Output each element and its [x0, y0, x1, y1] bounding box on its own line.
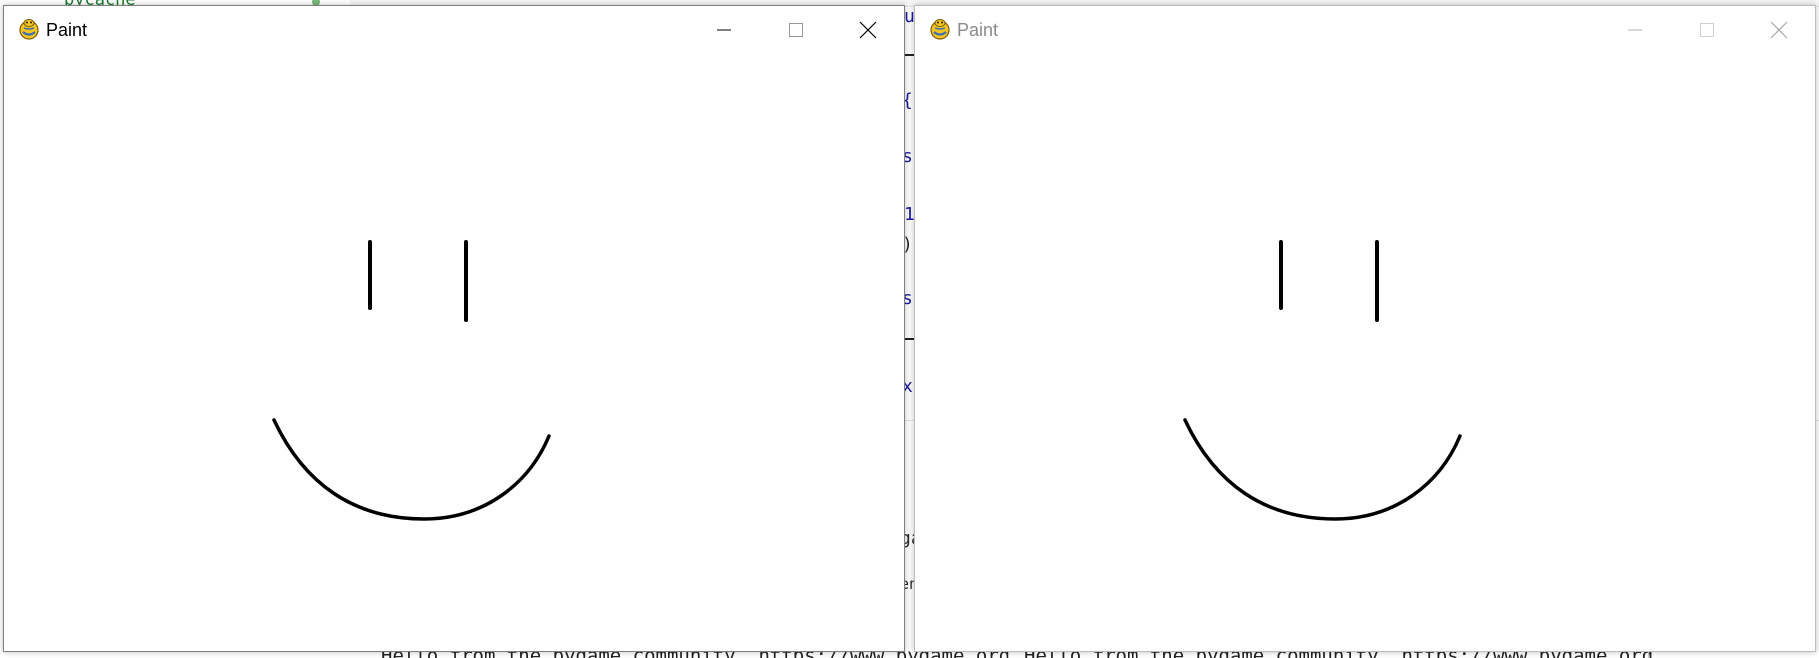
maximize-button[interactable]: [1671, 6, 1743, 54]
desktop: pycache u { s 1 ) s x ga en Hello from t…: [0, 0, 1819, 658]
mouth-stroke: [1183, 418, 1462, 521]
close-button[interactable]: [1743, 6, 1815, 54]
smiley-drawing: [272, 240, 551, 521]
close-icon: [1770, 21, 1788, 39]
maximize-icon: [789, 23, 803, 37]
mouth-stroke: [272, 418, 551, 521]
paint-window-active[interactable]: Paint: [3, 5, 905, 652]
close-button[interactable]: [832, 6, 904, 54]
pygame-snake-icon: [19, 19, 39, 40]
window-title: Paint: [46, 20, 88, 40]
drawing-canvas[interactable]: [4, 54, 904, 651]
smiley-drawing: [1183, 240, 1462, 521]
pygame-snake-icon: [930, 19, 950, 40]
minimize-icon: [717, 29, 731, 31]
maximize-button[interactable]: [760, 6, 832, 54]
drawing-canvas[interactable]: [915, 54, 1815, 651]
minimize-icon: [1628, 29, 1642, 31]
window-title: Paint: [957, 20, 999, 40]
close-icon: [859, 21, 877, 39]
maximize-icon: [1700, 23, 1714, 37]
title-bar[interactable]: Paint: [915, 6, 1815, 54]
minimize-button[interactable]: [1599, 6, 1671, 54]
minimize-button[interactable]: [688, 6, 760, 54]
paint-window-inactive[interactable]: Paint: [914, 5, 1816, 652]
title-bar[interactable]: Paint: [4, 6, 904, 54]
